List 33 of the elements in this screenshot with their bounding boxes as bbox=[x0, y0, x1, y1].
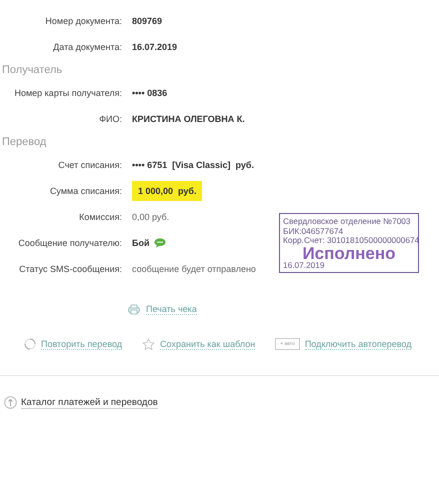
field-value: 16.07.2019 bbox=[132, 42, 178, 52]
stamp-date: 16.07.2019 bbox=[283, 260, 326, 270]
stamp-status: Исполнено bbox=[302, 246, 397, 260]
field-label: Сумма списания: bbox=[48, 186, 122, 196]
field-value: сообщение будет отправлено bbox=[132, 264, 256, 274]
field-label: ФИО: bbox=[98, 114, 122, 124]
section-title: Получатель bbox=[1, 63, 64, 78]
field-value: КРИСТИНА ОЛЕГОВНА К. bbox=[132, 114, 245, 124]
catalog-link[interactable]: Каталог платежей и переводов bbox=[21, 396, 158, 408]
field-label: Дата документа: bbox=[52, 42, 122, 52]
field-label: Счет списания: bbox=[57, 160, 122, 170]
action-link[interactable]: Сохранить как шаблон bbox=[160, 338, 256, 350]
field-label: Номер документа: bbox=[44, 16, 122, 26]
field-label: Статус SMS-сообщения: bbox=[18, 264, 122, 274]
action-link[interactable]: Повторить перевод bbox=[41, 338, 122, 350]
field-label: Сообщение получателю: bbox=[17, 238, 122, 248]
section-title: Перевод bbox=[1, 135, 48, 150]
field-value: •••• 0836 bbox=[132, 88, 168, 98]
print-receipt-link[interactable]: Печать чека bbox=[146, 304, 197, 314]
amount-value: 1 000,00 руб. bbox=[132, 181, 202, 201]
stamp-text: Свердловское отделение №7003 bbox=[283, 217, 412, 226]
printer-icon bbox=[128, 304, 140, 314]
field-value: 809769 bbox=[132, 16, 162, 26]
star-icon bbox=[142, 338, 156, 350]
field-label: Комиссия: bbox=[78, 212, 122, 222]
field-label: Номер карты получателя: bbox=[13, 88, 122, 98]
stamp-text: БИК:046577674 bbox=[283, 226, 344, 236]
refresh-icon bbox=[24, 338, 36, 350]
field-value: Бой bbox=[132, 238, 150, 248]
field-value: 0,00 руб. bbox=[132, 212, 170, 222]
field-value: •••• 6751 [Visa Classic] руб. bbox=[132, 160, 254, 170]
speech-bubble-icon bbox=[154, 238, 166, 248]
action-link[interactable]: Подключить автоперевод bbox=[304, 338, 412, 350]
